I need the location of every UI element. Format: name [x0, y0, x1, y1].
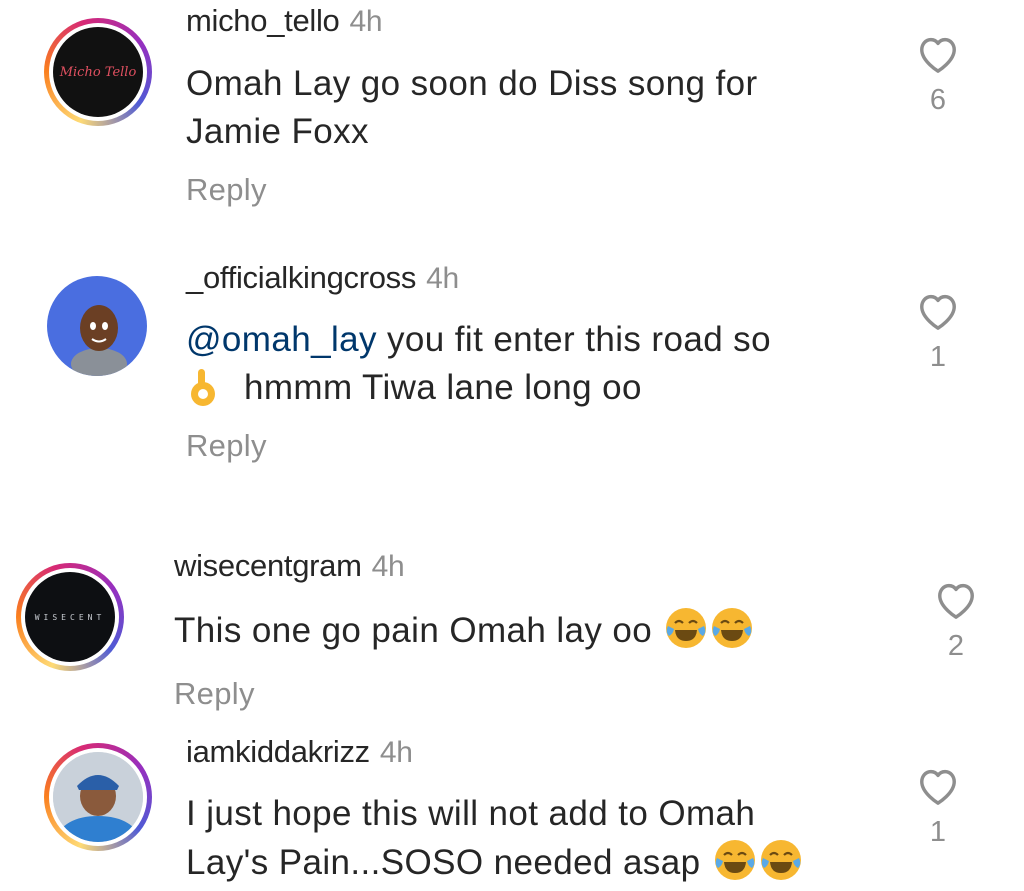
like-control[interactable]: 1 — [913, 764, 963, 849]
like-control[interactable]: 1 — [913, 289, 963, 374]
heart-outline-icon[interactable] — [915, 289, 961, 331]
comment-username[interactable]: micho_tello 4h — [186, 3, 383, 39]
comment-time: 4h — [349, 5, 383, 38]
comment-text: Omah Lay go soon do Diss song for Jamie … — [186, 64, 758, 151]
heart-outline-icon[interactable] — [933, 578, 979, 620]
avatar: WISECENT — [25, 572, 115, 662]
comment-username[interactable]: iamkiddakrizz 4h — [186, 734, 413, 770]
reply-button[interactable]: Reply — [186, 428, 267, 464]
ok-hand-emoji — [191, 369, 215, 406]
like-count: 1 — [929, 816, 947, 848]
comment-text: This one go pain Omah lay oo — [174, 606, 754, 655]
like-control[interactable]: 6 — [913, 32, 963, 117]
like-count: 1 — [929, 341, 947, 373]
reply-button[interactable]: Reply — [174, 676, 255, 712]
heart-outline-icon[interactable] — [915, 32, 961, 74]
like-control[interactable]: 2 — [931, 578, 981, 663]
like-count: 6 — [929, 84, 947, 116]
face-with-tears-of-joy-emoji — [712, 608, 753, 648]
avatar-person-icon — [71, 305, 127, 376]
avatar-logo-text: Micho Tello — [59, 64, 137, 80]
avatar-story-ring[interactable]: WISECENT — [16, 563, 124, 671]
comment-username[interactable]: wisecentgram 4h — [174, 548, 405, 584]
comment-time: 4h — [371, 550, 405, 583]
face-with-tears-of-joy-emoji — [666, 608, 707, 648]
avatar[interactable] — [47, 276, 147, 376]
comment-text: @omah_lay you fit enter this road so hmm… — [186, 320, 771, 407]
comment-time: 4h — [426, 262, 459, 295]
avatar: Micho Tello — [53, 27, 143, 117]
comment-time: 4h — [379, 736, 413, 769]
like-count: 2 — [947, 630, 965, 662]
comment-username[interactable]: _officialkingcross 4h — [186, 260, 459, 296]
reply-button[interactable]: Reply — [186, 172, 267, 208]
face-with-tears-of-joy-emoji — [714, 840, 755, 880]
avatar-story-ring[interactable] — [44, 743, 152, 851]
avatar — [53, 752, 143, 842]
avatar-story-ring[interactable]: Micho Tello — [44, 18, 152, 126]
comment-text: I just hope this will not add to Omah La… — [186, 790, 803, 887]
heart-outline-icon[interactable] — [915, 764, 961, 806]
avatar-photo-icon — [53, 752, 143, 842]
avatar-logo-text: WISECENT — [34, 612, 106, 622]
face-with-tears-of-joy-emoji — [760, 840, 801, 880]
mention-link[interactable]: @omah_lay — [186, 320, 377, 359]
